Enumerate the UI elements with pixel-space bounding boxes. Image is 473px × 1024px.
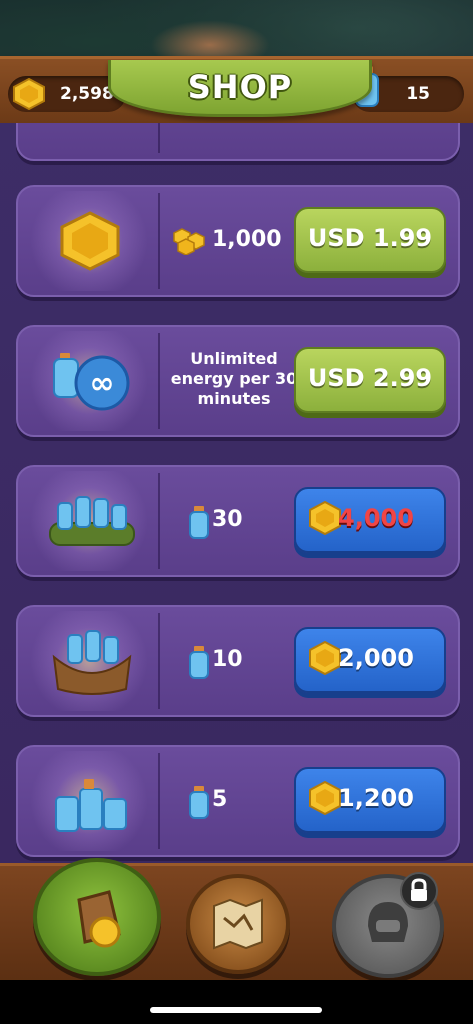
bottom-nav xyxy=(0,858,473,983)
shop-item-energy-30: 30 4,000 xyxy=(16,465,460,577)
price-label: USD 1.99 xyxy=(307,224,433,252)
energy-count: 15 xyxy=(406,84,430,104)
buy-button-energy-30[interactable]: 4,000 xyxy=(294,487,446,553)
svg-text:∞: ∞ xyxy=(90,366,115,401)
shop-item-unlimited-energy: ∞ Unlimited energy per 30 minutes USD 2.… xyxy=(16,325,460,437)
list-item-partial xyxy=(16,123,460,161)
item-amount-value: 5 xyxy=(212,787,228,812)
unlimited-energy-icon: ∞ xyxy=(53,353,130,411)
coin-icon xyxy=(13,78,45,110)
item-description: Unlimited energy per 30 minutes xyxy=(170,349,298,408)
coin-count: 2,598 xyxy=(60,84,114,104)
divider xyxy=(158,473,160,569)
item-amount: 1,000 xyxy=(168,187,296,295)
price-label: 2,000 xyxy=(338,644,414,672)
shop-item-energy-5: 5 1,200 xyxy=(16,745,460,857)
shop-list[interactable]: 1,000 USD 1.99 ∞ Unlimited energy per 30… xyxy=(0,123,473,863)
energy-bottle-icon xyxy=(189,646,209,679)
shop-item-coins: 1,000 USD 1.99 xyxy=(16,185,460,297)
home-indicator[interactable] xyxy=(150,1007,322,1013)
price-label: 1,200 xyxy=(338,784,414,812)
divider xyxy=(158,753,160,849)
energy-bottle-icon xyxy=(189,506,209,539)
item-art: ∞ xyxy=(22,331,156,431)
divider xyxy=(158,123,160,153)
shop-banner: SHOP xyxy=(108,60,372,117)
buy-button-unlimited-energy[interactable]: USD 2.99 xyxy=(294,347,446,413)
coin-pile-icon xyxy=(173,228,205,255)
price-label-insufficient: 4,000 xyxy=(338,504,414,532)
coin-bag-icon xyxy=(77,890,121,948)
item-amount: 10 xyxy=(168,607,296,715)
divider xyxy=(158,333,160,429)
system-bar xyxy=(0,980,473,1024)
divider xyxy=(158,193,160,289)
bottle-sack-icon xyxy=(52,630,132,695)
page-title: SHOP xyxy=(187,68,293,106)
item-amount-value: 30 xyxy=(212,507,243,532)
bottle-pile-icon xyxy=(55,779,127,832)
coin-icon xyxy=(309,781,341,815)
item-art xyxy=(22,611,156,711)
nav-map-button[interactable] xyxy=(186,874,290,974)
treasure-map-icon xyxy=(213,898,263,950)
item-amount: 30 xyxy=(168,467,296,575)
item-amount-value: 10 xyxy=(212,647,243,672)
item-art xyxy=(22,471,156,571)
energy-bottle-icon xyxy=(189,786,209,819)
divider xyxy=(158,613,160,709)
bottle-bundle-icon xyxy=(49,496,135,546)
nav-shop-button[interactable] xyxy=(33,858,161,976)
item-art xyxy=(22,191,156,291)
buy-button-energy-5[interactable]: 1,200 xyxy=(294,767,446,833)
coin-icon xyxy=(309,501,341,535)
shop-item-energy-10: 10 2,000 xyxy=(16,605,460,717)
item-description-area: Unlimited energy per 30 minutes xyxy=(168,327,297,435)
buy-button-energy-10[interactable]: 2,000 xyxy=(294,627,446,693)
item-art xyxy=(22,751,156,851)
coin-icon xyxy=(309,641,341,675)
item-amount: 5 xyxy=(168,747,296,855)
item-amount-value: 1,000 xyxy=(212,227,282,252)
buy-button-coins[interactable]: USD 1.99 xyxy=(294,207,446,273)
lock-icon xyxy=(400,872,438,910)
big-coin-icon xyxy=(60,211,120,271)
price-label: USD 2.99 xyxy=(307,364,433,392)
